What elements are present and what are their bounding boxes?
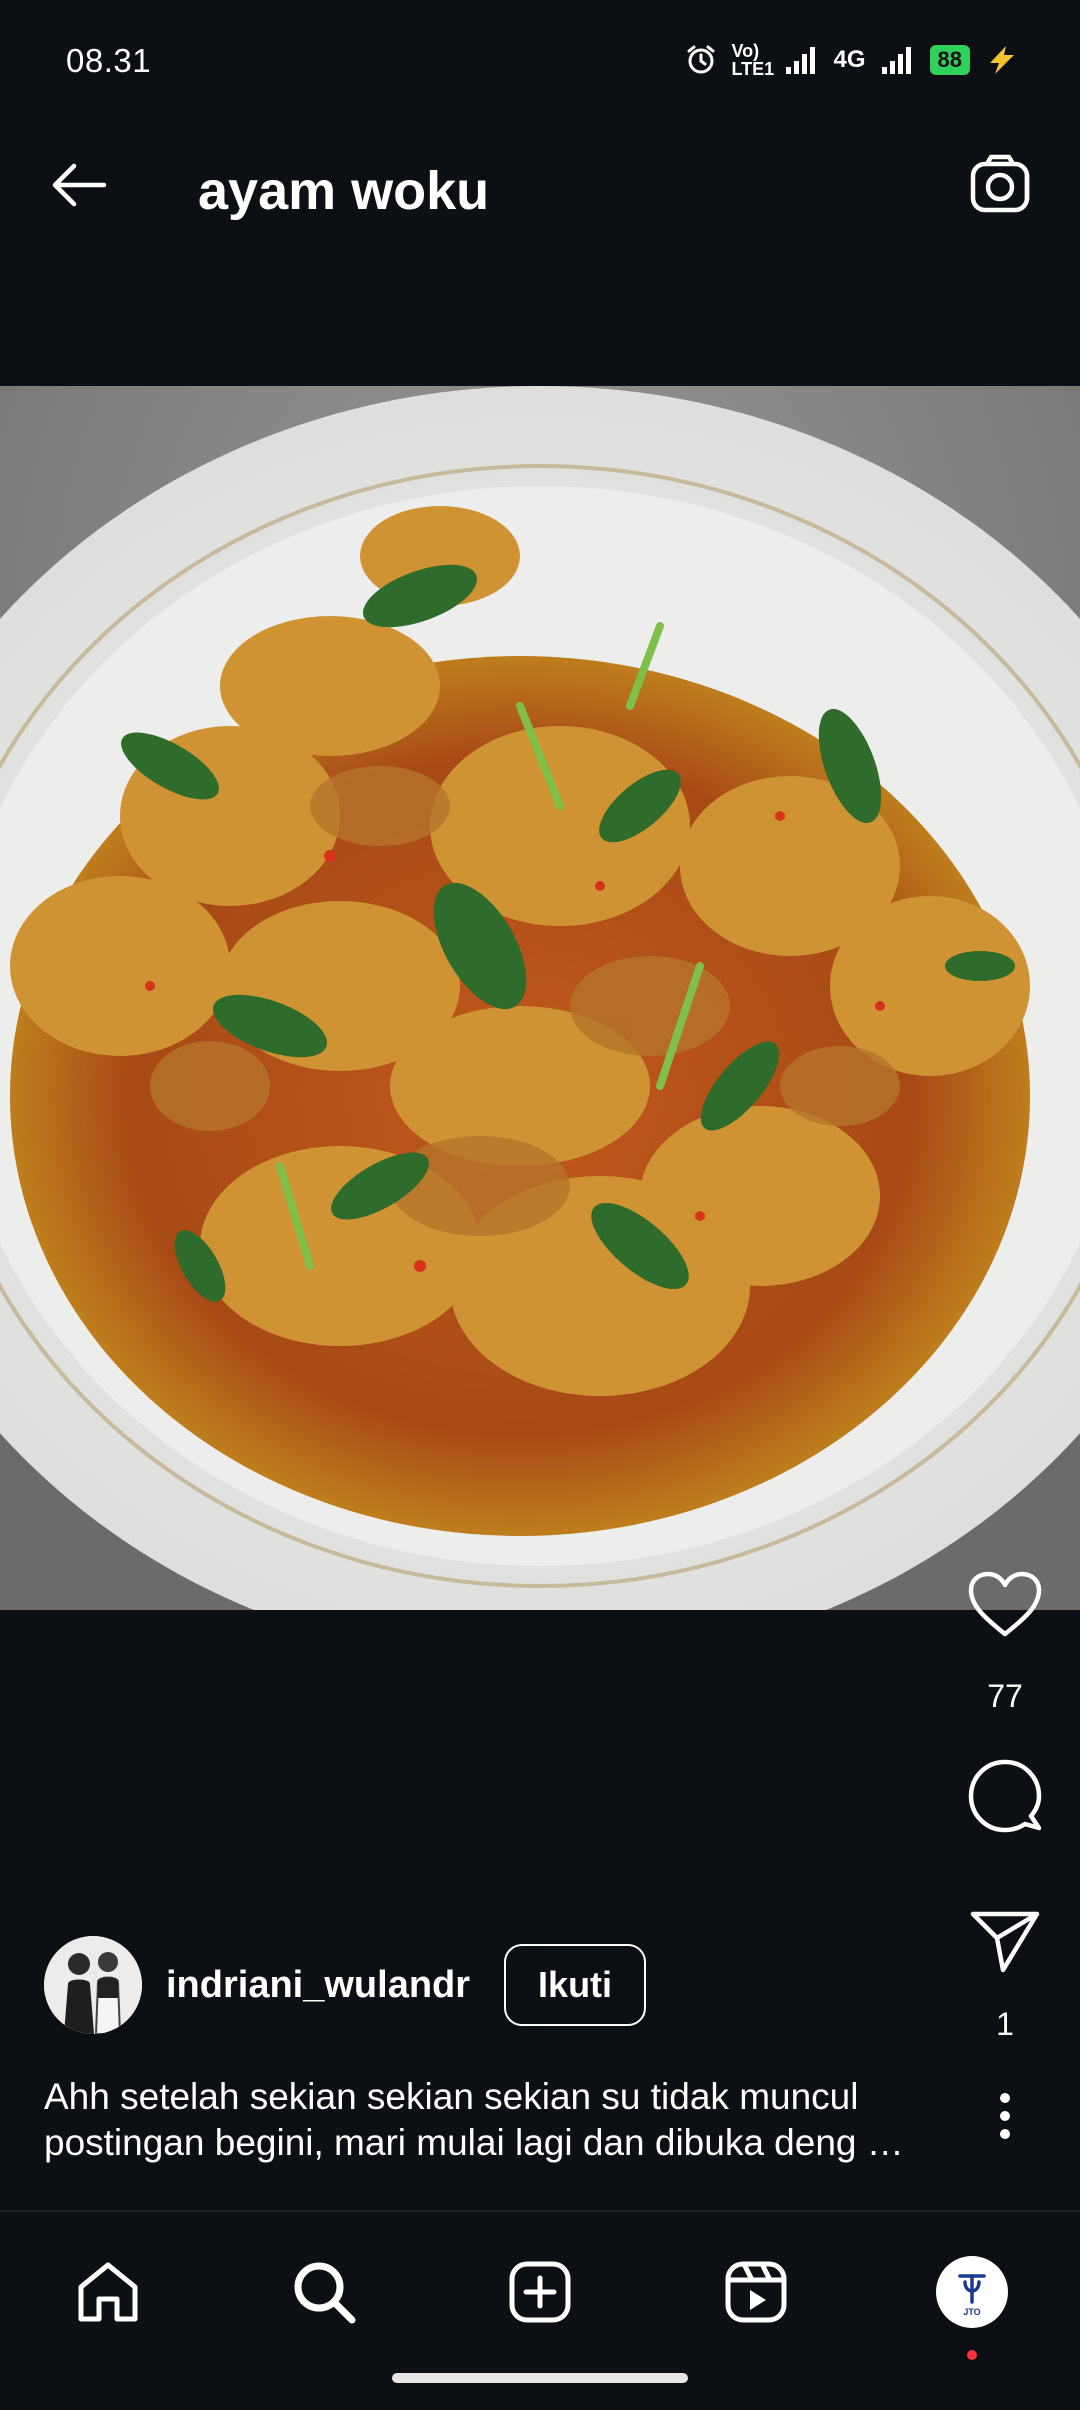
caption-line: Ahh setelah sekian sekian sekian su tida… — [44, 2076, 859, 2117]
create-icon — [509, 2261, 571, 2323]
nav-search[interactable] — [270, 2242, 378, 2342]
arrow-left-icon — [52, 163, 107, 207]
profile-logo-icon — [958, 2273, 986, 2304]
signal-icon — [881, 47, 911, 74]
battery-icon: 88 — [929, 45, 970, 75]
author-row: indriani_wulandr Ikuti — [44, 1935, 647, 2035]
like-button[interactable] — [930, 1570, 1080, 1638]
avatar-image — [44, 1936, 142, 2034]
post-caption[interactable]: Ahh setelah sekian sekian sekian su tida… — [44, 2074, 954, 2166]
profile-logo-text: JTO — [963, 2306, 981, 2317]
network-type: 4G — [833, 46, 866, 73]
volte-icon: Vo) LTE1 — [731, 41, 775, 79]
home-icon — [78, 2262, 138, 2322]
nav-create[interactable] — [486, 2242, 594, 2342]
status-icons: Vo) LTE1 4G 88 — [684, 40, 1021, 80]
avatar[interactable] — [44, 1936, 142, 2034]
notification-dot — [967, 2350, 977, 2360]
camera-button[interactable] — [960, 145, 1040, 225]
status-time: 08.31 — [66, 42, 152, 79]
nav-reels[interactable] — [702, 2242, 810, 2342]
page-title: ayam woku — [198, 161, 490, 221]
follow-button[interactable]: Ikuti — [504, 1944, 647, 2026]
share-count: 1 — [996, 2006, 1014, 2042]
charging-icon — [990, 46, 1014, 74]
profile-avatar: JTO — [936, 2256, 1008, 2328]
search-icon — [294, 2262, 356, 2324]
back-button[interactable] — [40, 145, 120, 225]
like-count: 77 — [987, 1678, 1023, 1714]
nav-profile[interactable]: JTO — [918, 2242, 1026, 2360]
top-bar: ayam woku — [0, 100, 1080, 260]
share-button[interactable] — [930, 1910, 1080, 1974]
more-vertical-icon — [1000, 2093, 1010, 2139]
food-photo — [0, 386, 1080, 1610]
post-image[interactable] — [0, 386, 1080, 1610]
caption-line: postingan begini, mari mulai lagi dan di… — [44, 2122, 904, 2163]
nav-home[interactable] — [54, 2242, 162, 2342]
alarm-icon — [687, 45, 714, 74]
comment-button[interactable] — [930, 1758, 1080, 1834]
heart-icon — [968, 1571, 1042, 1637]
reels-icon — [725, 2261, 787, 2323]
status-bar: 08.31 Vo) LTE1 4G 88 — [0, 0, 1080, 100]
signal-icon — [785, 47, 815, 74]
comment-icon — [968, 1759, 1042, 1833]
send-icon — [970, 1911, 1040, 1973]
camera-icon — [970, 154, 1030, 213]
home-indicator[interactable] — [392, 2373, 688, 2383]
author-username[interactable]: indriani_wulandr — [166, 1964, 470, 2007]
